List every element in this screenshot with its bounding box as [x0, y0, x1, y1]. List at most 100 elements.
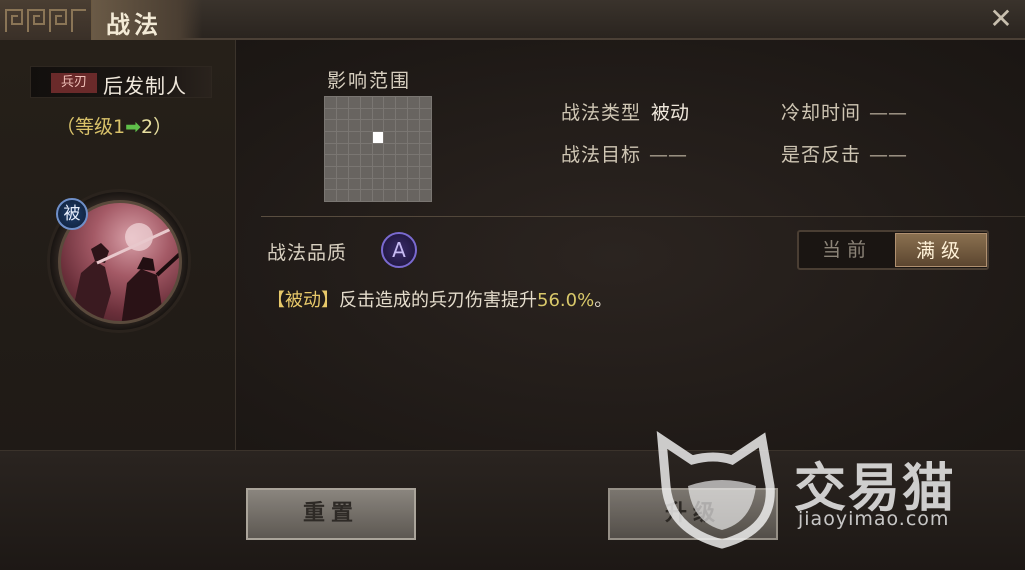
skill-details: 影响范围 战法类型 被动 战法目标 —— 冷却时间 —— 是否反击 —— 战法品质 A … — [237, 40, 1025, 450]
type-value: 被动 — [651, 102, 690, 124]
window-title: 战法 — [106, 11, 162, 39]
range-cell — [325, 166, 336, 178]
range-cell — [348, 155, 360, 166]
passive-badge: 被 — [56, 198, 88, 230]
range-cell — [420, 120, 431, 131]
range-cell — [420, 178, 431, 190]
range-cell — [325, 97, 336, 108]
range-cell — [372, 97, 384, 108]
watermark: 交易猫 jiaoyimao.com — [652, 430, 982, 550]
description-tag: 【被动】 — [267, 290, 339, 311]
range-cell — [360, 178, 372, 190]
tactic-panel: 战法 ✕ 兵刃 后发制人 （等级1➡2） 被 影响范围 战法类型 被动 战法目标… — [0, 0, 1025, 570]
range-cell — [420, 97, 431, 108]
range-cell — [384, 190, 396, 201]
range-cell — [384, 166, 396, 178]
arrow-right-icon: ➡ — [125, 116, 142, 138]
cat-logo-icon — [656, 431, 775, 549]
info-counter: 是否反击 —— — [781, 140, 907, 167]
range-cell — [372, 178, 384, 190]
range-cell — [336, 131, 348, 143]
range-cell — [325, 190, 336, 201]
target-value: —— — [649, 144, 688, 166]
range-cell — [336, 190, 348, 201]
range-cell — [396, 190, 408, 201]
range-cell — [372, 155, 384, 166]
range-cell — [384, 131, 396, 143]
range-cell — [408, 108, 420, 120]
range-cell — [384, 155, 396, 166]
range-cell — [408, 143, 420, 155]
range-cell — [384, 120, 396, 131]
range-cell — [420, 155, 431, 166]
range-cell — [348, 120, 360, 131]
level-toggle: 当前 满级 — [797, 230, 989, 270]
range-cell — [348, 97, 360, 108]
range-cell — [360, 143, 372, 155]
range-cell — [325, 143, 336, 155]
range-cell — [372, 120, 384, 131]
skill-name: 后发制人 — [103, 74, 187, 98]
range-cell — [420, 143, 431, 155]
range-cell — [348, 190, 360, 201]
range-cell — [325, 108, 336, 120]
range-cell — [396, 155, 408, 166]
range-cell — [396, 108, 408, 120]
range-label: 影响范围 — [327, 70, 412, 92]
range-cell — [420, 190, 431, 201]
toggle-current[interactable]: 当前 — [801, 233, 893, 267]
range-cell — [336, 120, 348, 131]
range-cell — [420, 108, 431, 120]
range-cell — [360, 190, 372, 201]
range-grid — [324, 96, 432, 202]
info-target: 战法目标 —— — [561, 140, 687, 167]
range-cell — [336, 178, 348, 190]
range-cell — [384, 143, 396, 155]
divider — [261, 216, 1025, 217]
range-cell — [360, 120, 372, 131]
range-cell — [348, 108, 360, 120]
reset-button[interactable]: 重置 — [246, 488, 416, 540]
close-icon[interactable]: ✕ — [985, 4, 1017, 36]
ornament-icon — [0, 0, 92, 40]
range-cell — [360, 166, 372, 178]
range-cell — [360, 97, 372, 108]
range-cell — [348, 131, 360, 143]
type-label: 战法类型 — [561, 102, 642, 124]
range-cell — [360, 131, 372, 143]
range-cell — [396, 178, 408, 190]
range-cell — [348, 178, 360, 190]
range-cell — [408, 131, 420, 143]
range-cell — [336, 97, 348, 108]
range-cell — [360, 108, 372, 120]
range-cell — [325, 155, 336, 166]
range-cell — [360, 155, 372, 166]
range-cell — [348, 143, 360, 155]
range-cell — [408, 155, 420, 166]
description-value: 56.0% — [537, 290, 595, 311]
range-cell — [408, 190, 420, 201]
range-cell — [408, 178, 420, 190]
skill-type-tag: 兵刃 — [51, 73, 97, 93]
toggle-max[interactable]: 满级 — [895, 233, 987, 267]
info-type: 战法类型 被动 — [561, 98, 689, 125]
range-cell — [396, 120, 408, 131]
title-bar: 战法 ✕ — [0, 0, 1025, 40]
range-cell — [372, 143, 384, 155]
range-cell — [408, 120, 420, 131]
counter-value: —— — [869, 144, 908, 166]
range-cell — [396, 166, 408, 178]
range-cell — [384, 178, 396, 190]
range-cell — [336, 108, 348, 120]
watermark-url: jiaoyimao.com — [798, 508, 950, 530]
counter-label: 是否反击 — [781, 144, 862, 166]
cooldown-value: —— — [869, 102, 908, 124]
skill-sidebar: 兵刃 后发制人 （等级1➡2） 被 — [0, 40, 236, 450]
level-suffix: 2） — [141, 116, 173, 138]
quality-label: 战法品质 — [267, 242, 348, 264]
range-cell — [396, 143, 408, 155]
range-cell — [325, 178, 336, 190]
range-cell — [372, 108, 384, 120]
range-cell — [396, 97, 408, 108]
target-label: 战法目标 — [561, 144, 642, 166]
